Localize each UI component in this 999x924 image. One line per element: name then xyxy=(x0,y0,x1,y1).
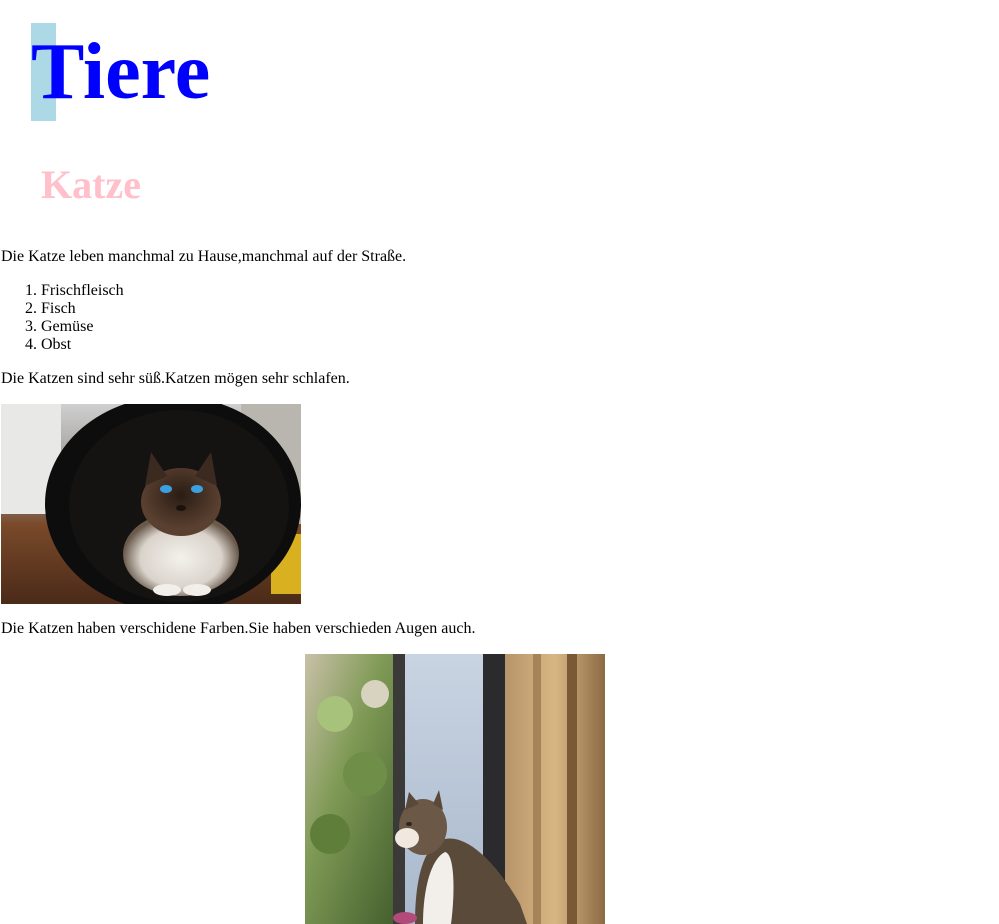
page: Tiere Katze Die Katze leben manchmal zu … xyxy=(0,0,999,924)
list-number: 3. xyxy=(25,318,37,335)
list-item-label: Frischfleisch xyxy=(41,282,124,299)
list-number: 4. xyxy=(25,336,37,353)
list-item-label: Fisch xyxy=(41,300,76,317)
list-item: 4. Obst xyxy=(1,336,124,354)
list-number: 2. xyxy=(25,300,37,317)
list-item: 3. Gemüse xyxy=(1,318,124,336)
paragraph-sweet: Die Katzen sind sehr süß.Katzen mögen se… xyxy=(1,370,350,387)
paragraph-colors: Die Katzen haben verschidene Farben.Sie … xyxy=(1,620,476,637)
list-item-label: Obst xyxy=(41,336,72,353)
food-list: 1. Frischfleisch 2. Fisch 3. Gemüse 4. Obst xyxy=(1,282,124,354)
list-number: 1. xyxy=(25,282,37,299)
cat-at-window-photo xyxy=(305,654,605,924)
section-heading: Katze xyxy=(41,162,141,207)
paragraph-habitat: Die Katze leben manchmal zu Hause,manchm… xyxy=(1,248,407,265)
title-container: Tiere xyxy=(31,23,210,121)
list-item: 2. Fisch xyxy=(1,300,124,318)
cat-in-tunnel-photo xyxy=(1,404,301,604)
page-title: Tiere xyxy=(31,28,211,116)
list-item-label: Gemüse xyxy=(41,318,94,335)
list-item: 1. Frischfleisch xyxy=(1,282,124,300)
